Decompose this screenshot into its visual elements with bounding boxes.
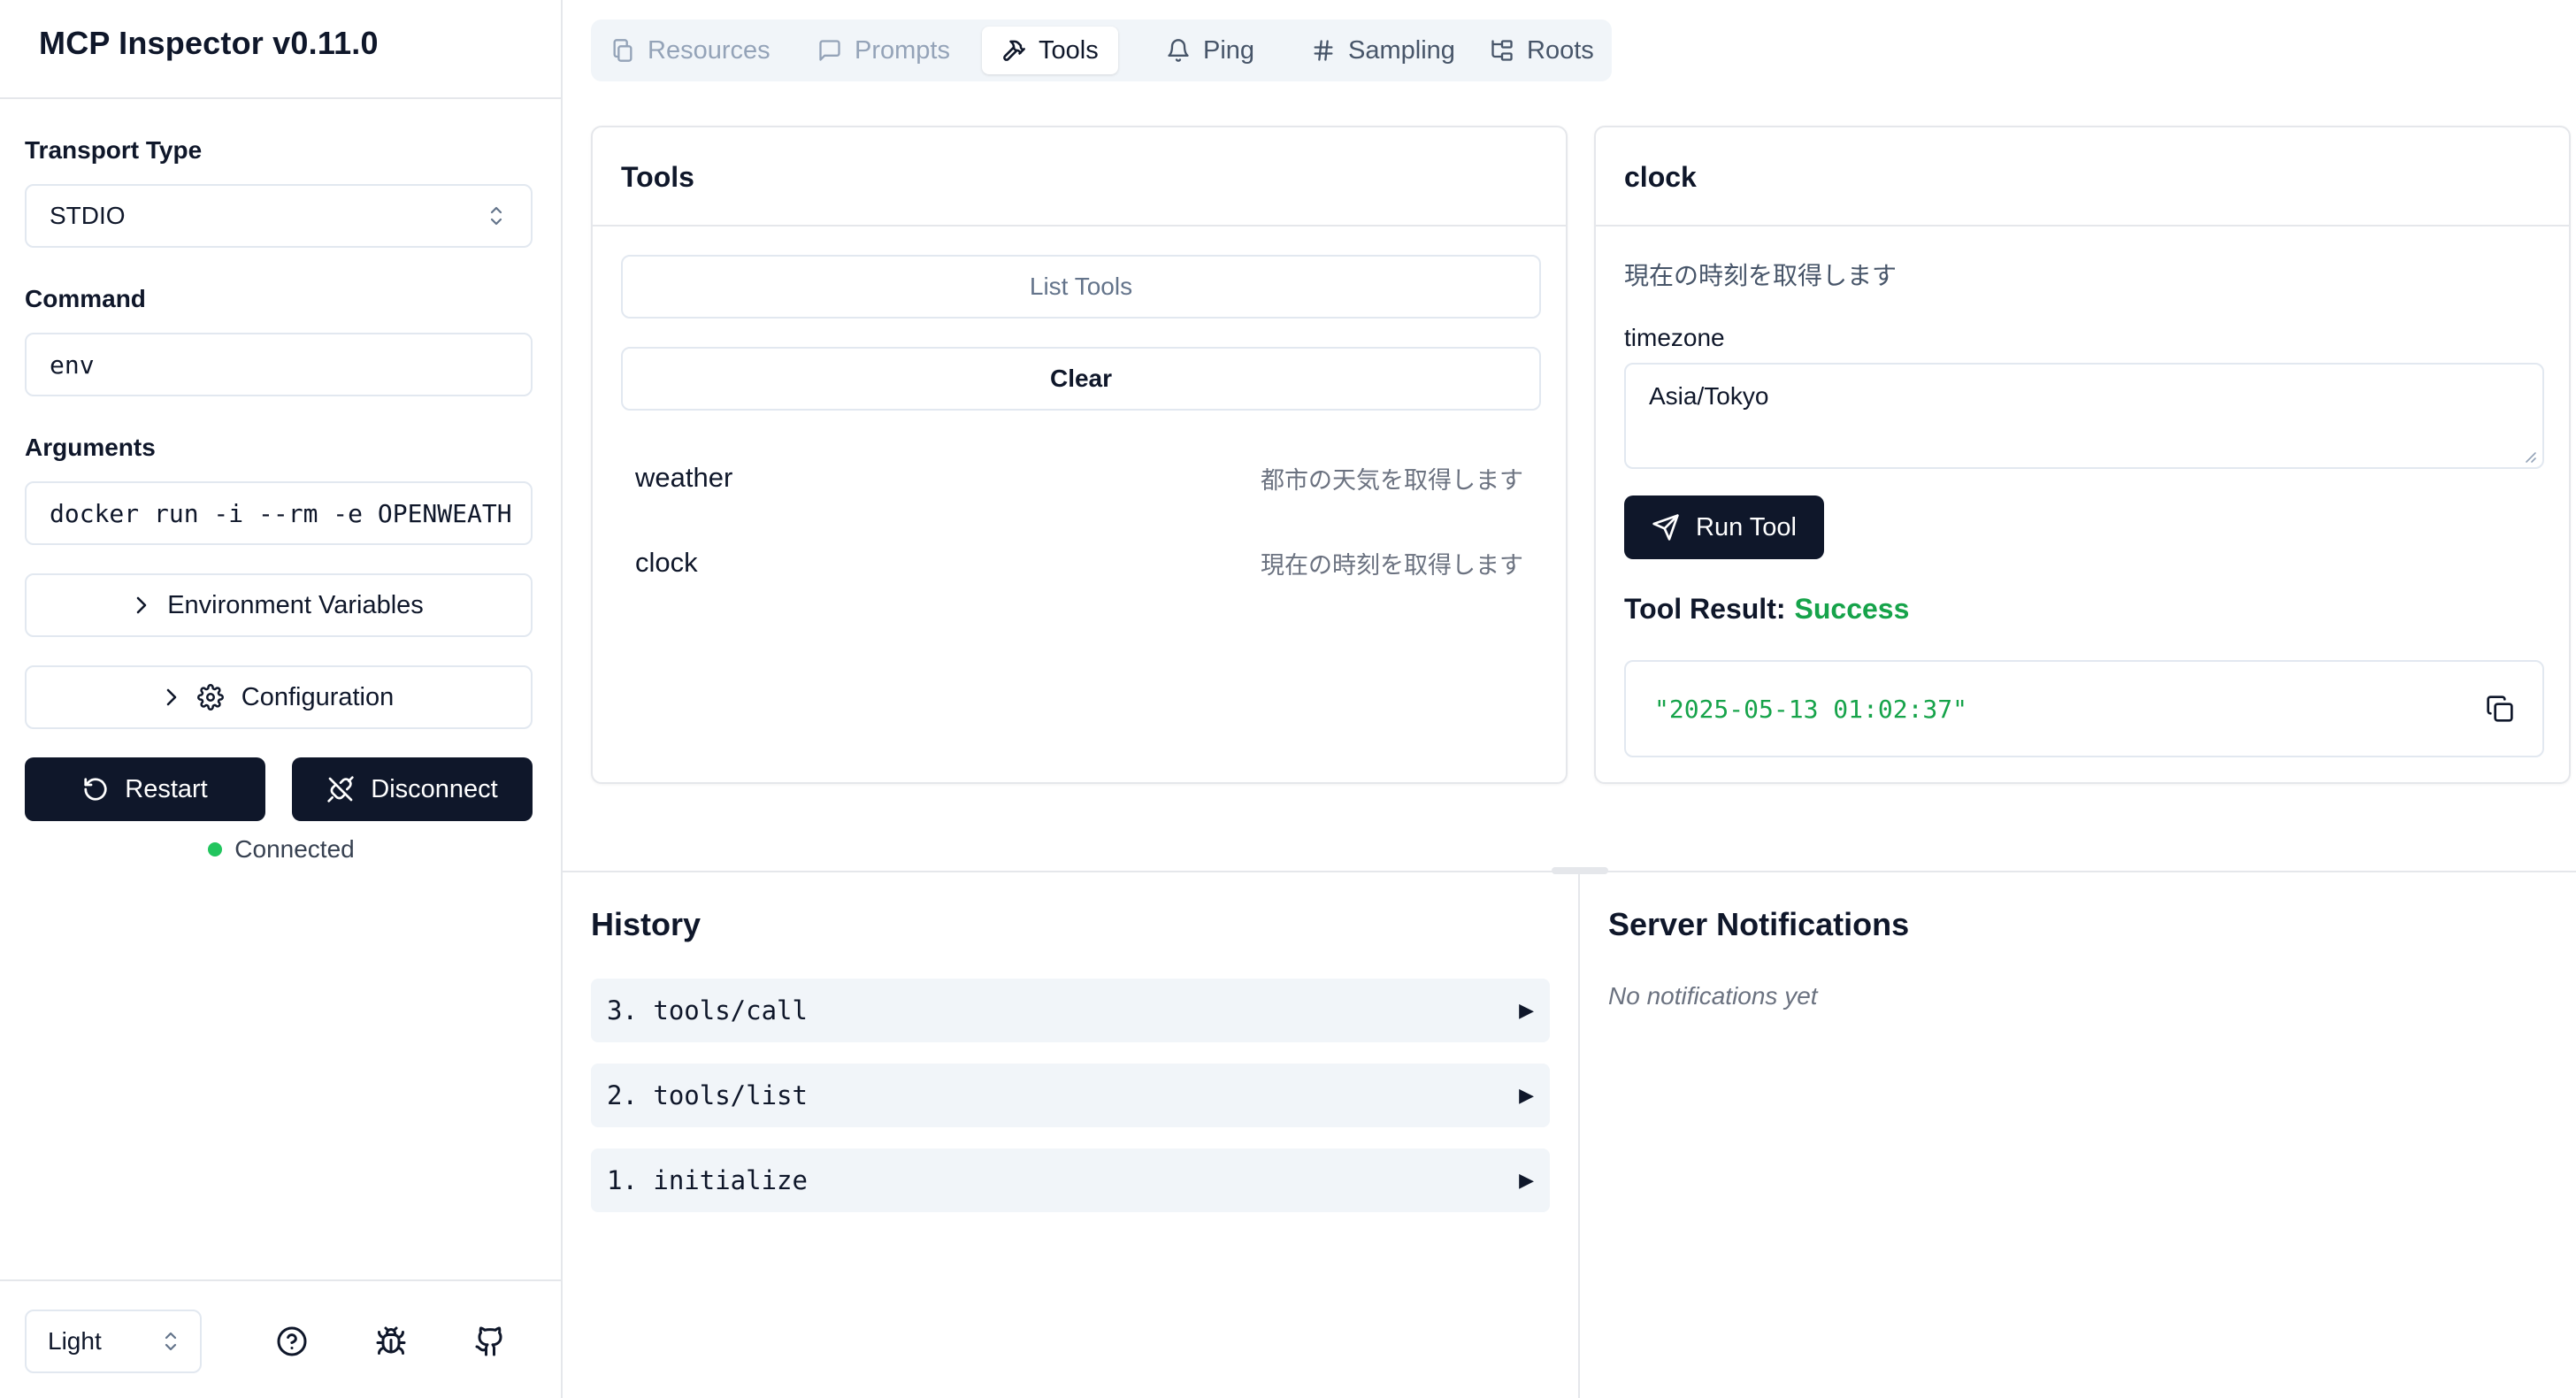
- files-icon: [610, 38, 635, 63]
- tab-sampling-label: Sampling: [1348, 35, 1455, 65]
- tool-result-value: "2025-05-13 01:02:37": [1654, 694, 1968, 724]
- list-tools-label: List Tools: [1029, 273, 1133, 300]
- disconnect-button[interactable]: Disconnect: [292, 757, 533, 821]
- tools-panel: Tools List Tools Clear weather 都市の天気を取得し…: [591, 126, 1568, 784]
- tool-result-heading: Tool Result: Success: [1624, 593, 1909, 626]
- tool-result-output: "2025-05-13 01:02:37": [1624, 660, 2544, 757]
- tab-prompts-label: Prompts: [855, 35, 950, 65]
- help-icon[interactable]: [276, 1325, 308, 1357]
- run-tool-button[interactable]: Run Tool: [1624, 495, 1824, 559]
- environment-variables-label: Environment Variables: [167, 590, 424, 619]
- theme-value: Light: [48, 1327, 102, 1355]
- expand-arrow-icon: ▶: [1519, 999, 1534, 1021]
- tab-resources[interactable]: Resources: [591, 27, 790, 74]
- notifications-empty-text: No notifications yet: [1608, 982, 1818, 1010]
- unplug-icon: [326, 775, 355, 803]
- expand-arrow-icon: ▶: [1519, 1084, 1534, 1106]
- tool-description: 都市の天気を取得します: [1261, 466, 1523, 495]
- theme-select[interactable]: Light: [25, 1310, 202, 1373]
- bug-icon[interactable]: [375, 1325, 407, 1357]
- send-icon: [1652, 513, 1680, 542]
- message-icon: [817, 38, 842, 63]
- connection-status: Connected: [0, 835, 563, 864]
- server-notifications-title: Server Notifications: [1608, 906, 1910, 942]
- tool-detail-description: 現在の時刻を取得します: [1624, 261, 1898, 290]
- tool-item-clock[interactable]: clock 現在の時刻を取得します: [635, 536, 1523, 589]
- tab-tools-label: Tools: [1039, 35, 1099, 65]
- hash-icon: [1311, 38, 1336, 63]
- tool-detail-panel: clock 現在の時刻を取得します timezone Asia/Tokyo Ru…: [1594, 126, 2571, 784]
- chevrons-up-down-icon: [163, 1330, 179, 1353]
- tool-name: clock: [635, 547, 698, 578]
- list-tools-button[interactable]: List Tools: [621, 255, 1541, 319]
- arguments-value: docker run -i --rm -e OPENWEATH: [50, 498, 512, 528]
- connection-status-text: Connected: [234, 835, 355, 863]
- bottom-panels-divider: [1578, 872, 1580, 1398]
- tool-description: 現在の時刻を取得します: [1261, 551, 1523, 580]
- clear-label: Clear: [1049, 365, 1113, 392]
- hammer-icon: [1001, 38, 1026, 63]
- configuration-button[interactable]: Configuration: [25, 665, 533, 729]
- tab-tools[interactable]: Tools: [982, 27, 1118, 74]
- history-item-label: 1. initialize: [607, 1165, 808, 1195]
- tool-result-label: Tool Result:: [1624, 593, 1786, 625]
- tab-bar: Resources Prompts Tools Ping Sampling Ro…: [591, 19, 1612, 81]
- run-tool-label: Run Tool: [1696, 512, 1797, 542]
- history-item[interactable]: 2. tools/list ▶: [591, 1064, 1550, 1127]
- timezone-label: timezone: [1624, 324, 1725, 351]
- arguments-input[interactable]: docker run -i --rm -e OPENWEATH: [25, 481, 533, 545]
- sidebar: MCP Inspector v0.11.0 Transport Type STD…: [0, 0, 563, 1398]
- tab-prompts[interactable]: Prompts: [798, 27, 970, 74]
- chevrons-up-down-icon: [488, 204, 504, 227]
- history-item[interactable]: 3. tools/call ▶: [591, 979, 1550, 1042]
- tool-detail-divider: [1596, 225, 2569, 227]
- timezone-input[interactable]: Asia/Tokyo: [1624, 363, 2544, 469]
- tab-roots-label: Roots: [1527, 35, 1594, 65]
- tab-sampling[interactable]: Sampling: [1292, 27, 1475, 74]
- clear-button[interactable]: Clear: [621, 347, 1541, 411]
- command-label: Command: [25, 285, 146, 312]
- history-item-label: 3. tools/call: [607, 995, 808, 1025]
- tab-ping[interactable]: Ping: [1146, 27, 1274, 74]
- timezone-value: Asia/Tokyo: [1649, 382, 1769, 410]
- arguments-label: Arguments: [25, 434, 156, 461]
- command-value: env: [50, 350, 95, 380]
- history-item[interactable]: 1. initialize ▶: [591, 1148, 1550, 1212]
- transport-type-label: Transport Type: [25, 136, 203, 164]
- chevron-right-icon: [134, 594, 150, 617]
- copy-icon[interactable]: [2486, 695, 2514, 723]
- command-input[interactable]: env: [25, 333, 533, 396]
- rotate-ccw-icon: [82, 776, 109, 803]
- gear-icon: [196, 684, 224, 711]
- disconnect-label: Disconnect: [371, 774, 498, 803]
- tab-ping-label: Ping: [1203, 35, 1255, 65]
- bell-icon: [1166, 38, 1191, 63]
- tab-resources-label: Resources: [648, 35, 770, 65]
- restart-label: Restart: [125, 774, 208, 803]
- tools-panel-divider: [593, 225, 1566, 227]
- tab-roots[interactable]: Roots: [1470, 27, 1614, 74]
- tool-detail-title: clock: [1624, 161, 1697, 193]
- folder-tree-icon: [1490, 38, 1514, 63]
- transport-type-select[interactable]: STDIO: [25, 184, 533, 248]
- sidebar-footer-divider: [0, 1279, 563, 1281]
- transport-type-value: STDIO: [50, 202, 126, 229]
- expand-arrow-icon: ▶: [1519, 1169, 1534, 1191]
- github-icon[interactable]: [474, 1325, 506, 1357]
- chevron-right-icon: [164, 686, 180, 709]
- environment-variables-button[interactable]: Environment Variables: [25, 573, 533, 637]
- app-title: MCP Inspector v0.11.0: [39, 25, 379, 61]
- status-dot-icon: [208, 842, 223, 856]
- history-title: History: [591, 906, 702, 942]
- resize-handle-icon[interactable]: [2523, 449, 2537, 464]
- resize-handle[interactable]: [1552, 867, 1608, 874]
- tools-panel-title: Tools: [621, 161, 694, 193]
- configuration-label: Configuration: [241, 682, 395, 711]
- history-item-label: 2. tools/list: [607, 1080, 808, 1110]
- tool-item-weather[interactable]: weather 都市の天気を取得します: [635, 451, 1523, 504]
- tool-result-status: Success: [1794, 593, 1910, 625]
- sidebar-header-divider: [0, 97, 563, 99]
- restart-button[interactable]: Restart: [25, 757, 265, 821]
- tool-name: weather: [635, 462, 733, 493]
